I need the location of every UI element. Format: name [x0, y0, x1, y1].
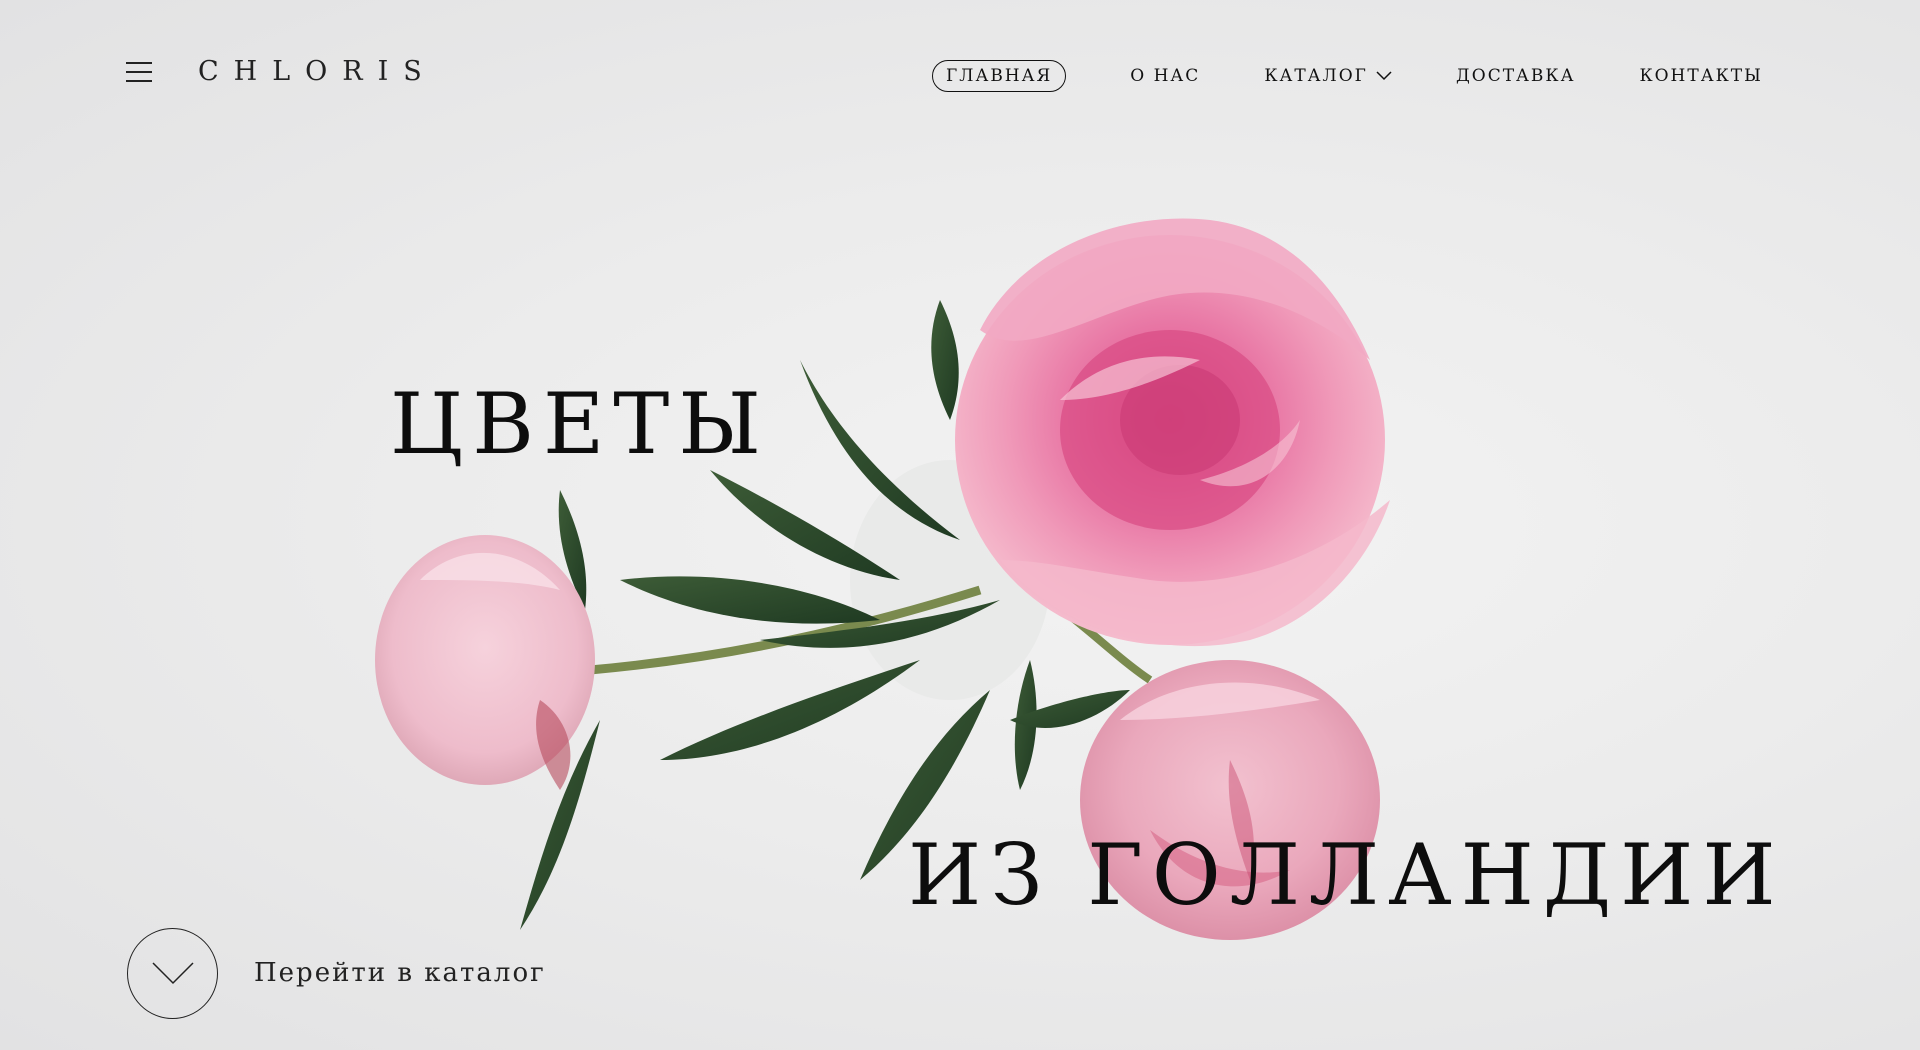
nav-item-catalog[interactable]: КАТАЛОГ — [1264, 66, 1392, 86]
nav-item-catalog-label: КАТАЛОГ — [1264, 66, 1368, 86]
brand-logo[interactable]: CHLORIS — [198, 56, 437, 87]
nav-item-about[interactable]: О НАС — [1130, 66, 1200, 86]
hero-title-line-1: ЦВЕТЫ — [390, 375, 770, 473]
catalog-link[interactable]: Перейти в каталог — [254, 958, 546, 988]
hamburger-icon[interactable] — [126, 62, 152, 84]
nav-item-home[interactable]: ГЛАВНАЯ — [932, 60, 1067, 92]
catalog-scroll-button[interactable] — [127, 928, 218, 1019]
chevron-down-icon — [1376, 71, 1392, 81]
nav-item-delivery[interactable]: ДОСТАВКА — [1456, 66, 1576, 86]
site-header: CHLORIS ГЛАВНАЯ О НАС КАТАЛОГ ДОСТАВКА К… — [0, 0, 1920, 150]
hero-title-line-2: ИЗ ГОЛЛАНДИИ — [908, 826, 1785, 924]
hero-page: CHLORIS ГЛАВНАЯ О НАС КАТАЛОГ ДОСТАВКА К… — [0, 0, 1920, 1050]
main-nav: ГЛАВНАЯ О НАС КАТАЛОГ ДОСТАВКА КОНТАКТЫ — [932, 60, 1763, 92]
chevron-down-icon — [151, 961, 194, 984]
nav-item-contacts[interactable]: КОНТАКТЫ — [1639, 66, 1762, 86]
